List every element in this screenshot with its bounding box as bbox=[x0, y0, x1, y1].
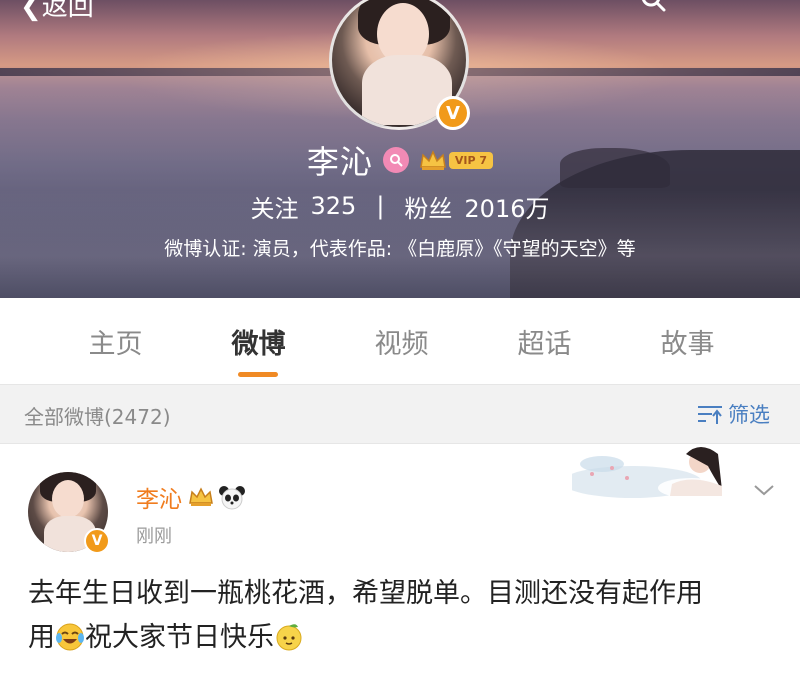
back-label: 返回 bbox=[41, 0, 94, 22]
stats-separator: | bbox=[376, 192, 385, 220]
weibo-count: 全部微博(2472) bbox=[24, 405, 171, 429]
post-text-line1: 去年生日收到一瓶桃花酒，希望脱单。目测还没有起作用 bbox=[28, 578, 703, 609]
search-icon[interactable] bbox=[640, 0, 666, 12]
active-tab-indicator bbox=[238, 372, 278, 377]
vip-level: VIP 7 bbox=[448, 151, 494, 169]
filter-icon bbox=[698, 406, 722, 424]
profile-name-row: 李沁 VIP 7 bbox=[0, 138, 800, 182]
post-author[interactable]: 李沁 bbox=[136, 480, 182, 514]
filter-button[interactable]: 筛选 bbox=[696, 399, 770, 429]
back-arrow-icon: ❮ bbox=[20, 0, 42, 22]
weibo-post[interactable]: V 李沁 刚刚 去年生日收到一瓶桃花酒，希望脱单。目测还没有起作用 用 祝大家节… bbox=[0, 444, 800, 674]
tab-home[interactable]: 主页 bbox=[44, 322, 187, 361]
mango-emoji bbox=[276, 624, 302, 651]
filter-bar: 全部微博(2472) 筛选 bbox=[0, 384, 800, 444]
following-count[interactable]: 325 bbox=[311, 192, 357, 220]
verification-text: 微博认证: 演员，代表作品: 《白鹿原》《守望的天空》等 bbox=[164, 237, 636, 260]
followers-count[interactable]: 2016万 bbox=[464, 189, 549, 224]
female-icon bbox=[382, 147, 409, 173]
post-text-greeting: 祝大家节日快乐 bbox=[85, 622, 274, 653]
post-text-line2: 用 祝大家节日快乐 bbox=[28, 622, 304, 653]
followers-label[interactable]: 粉丝 bbox=[404, 189, 452, 224]
crown-icon bbox=[420, 150, 446, 170]
following-label[interactable]: 关注 bbox=[251, 189, 299, 224]
verified-badge-icon: V bbox=[84, 528, 110, 554]
filter-label: 筛选 bbox=[728, 403, 770, 427]
vip-badge[interactable]: VIP 7 bbox=[419, 149, 494, 171]
tab-supertopic[interactable]: 超话 bbox=[473, 322, 616, 361]
back-button[interactable]: ❮返回 bbox=[20, 0, 94, 23]
tab-story[interactable]: 故事 bbox=[616, 322, 759, 361]
post-author-row: 李沁 bbox=[136, 480, 246, 514]
panda-icon[interactable] bbox=[218, 484, 246, 510]
tab-weibo[interactable]: 微博 bbox=[187, 322, 330, 361]
profile-stats: 关注 325 | 粉丝 2016万 bbox=[0, 188, 800, 224]
profile-tabs: 主页 微博 视频 超话 故事 bbox=[0, 298, 800, 384]
crown-icon[interactable] bbox=[188, 486, 214, 508]
tab-video[interactable]: 视频 bbox=[330, 322, 473, 361]
chevron-down-icon[interactable] bbox=[752, 482, 776, 498]
post-time: 刚刚 bbox=[136, 526, 172, 547]
verified-badge-icon: V bbox=[436, 96, 470, 130]
post-content: 去年生日收到一瓶桃花酒，希望脱单。目测还没有起作用 用 祝大家节日快乐 bbox=[28, 572, 788, 660]
profile-name: 李沁 bbox=[306, 143, 373, 181]
laugh-cry-emoji bbox=[56, 623, 84, 651]
card-decoration-image bbox=[572, 447, 726, 498]
